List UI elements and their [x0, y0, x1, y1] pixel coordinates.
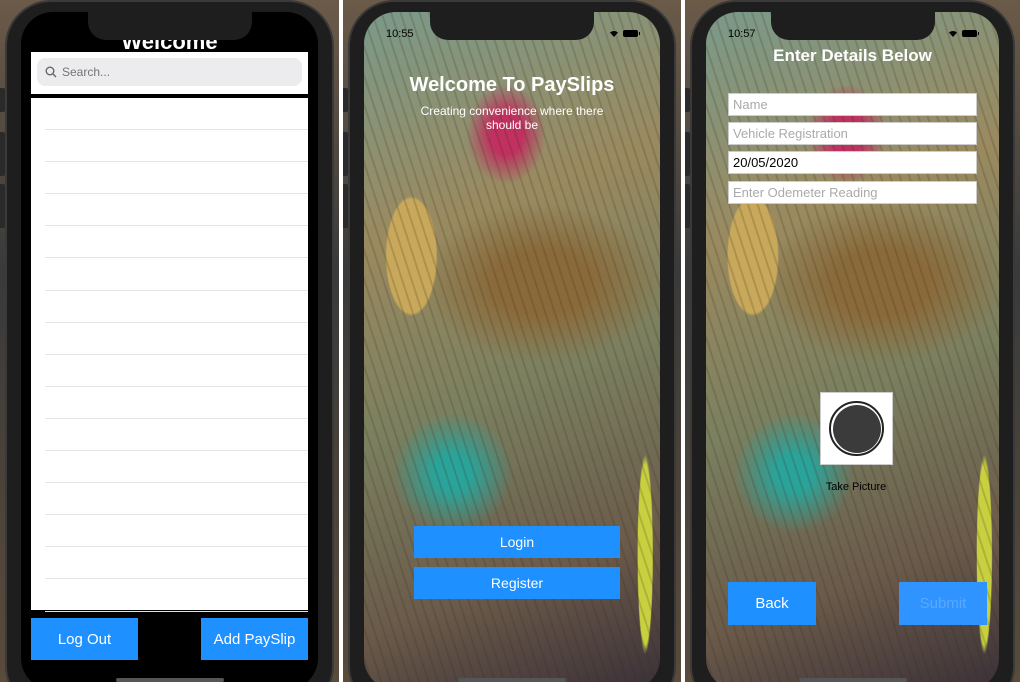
- welcome-title: Welcome To PaySlips: [409, 74, 615, 96]
- payslip-list[interactable]: [31, 98, 308, 612]
- logout-button[interactable]: Log Out: [31, 618, 138, 660]
- list-item[interactable]: [45, 291, 308, 323]
- list-item[interactable]: [45, 194, 308, 227]
- notch: [770, 12, 935, 40]
- welcome-subtitle: Creating convenience where there should …: [420, 104, 604, 132]
- screenshot-panel-welcome: 10:55 Welcome To PaySlips Creating conve…: [343, 0, 681, 682]
- vehicle-registration-input[interactable]: [728, 122, 977, 145]
- take-picture-button[interactable]: [820, 392, 893, 465]
- submit-button[interactable]: Submit: [899, 582, 987, 625]
- status-icons: [948, 29, 979, 37]
- mute-switch: [0, 88, 5, 112]
- phone-frame: 10:55 Welcome To PaySlips Creating conve…: [343, 0, 676, 682]
- list-item[interactable]: [45, 226, 308, 259]
- list-item[interactable]: [45, 258, 308, 291]
- phone-screen: Welcome Log Out Add PaySlip: [21, 12, 318, 682]
- list-item[interactable]: [45, 515, 308, 548]
- status-icons: [609, 29, 640, 37]
- list-item[interactable]: [45, 483, 308, 516]
- mute-switch: [343, 88, 348, 112]
- list-item[interactable]: [45, 579, 308, 612]
- phone-frame: 10:57 Enter Details Below Take Picture B…: [685, 0, 1015, 682]
- battery-icon: [962, 29, 979, 37]
- login-button[interactable]: Login: [414, 526, 620, 558]
- phone-screen: 10:57 Enter Details Below Take Picture B…: [706, 12, 999, 682]
- volume-up-button: [685, 132, 690, 176]
- wifi-icon: [610, 30, 618, 37]
- register-button[interactable]: Register: [414, 567, 620, 599]
- list-item[interactable]: [45, 419, 308, 452]
- wifi-icon: [949, 30, 957, 37]
- mute-switch: [685, 88, 690, 112]
- status-time: 10:55: [386, 28, 414, 40]
- home-indicator: [798, 678, 907, 682]
- screenshot-panel-details: 10:57 Enter Details Below Take Picture B…: [685, 0, 1020, 682]
- status-time: 10:57: [728, 28, 756, 40]
- details-title: Enter Details Below: [773, 46, 932, 65]
- list-item[interactable]: [45, 451, 308, 484]
- shutter-inner: [832, 404, 881, 453]
- notch: [430, 12, 594, 40]
- list-item[interactable]: [45, 130, 308, 163]
- list-item[interactable]: [45, 387, 308, 419]
- take-picture-label: Take Picture: [825, 481, 887, 493]
- notch: [87, 12, 252, 40]
- home-indicator: [115, 678, 224, 682]
- volume-down-button: [685, 184, 690, 228]
- list-item[interactable]: [45, 547, 308, 580]
- volume-down-button: [0, 184, 5, 228]
- list-item[interactable]: [45, 98, 308, 131]
- add-payslip-button[interactable]: Add PaySlip: [201, 618, 308, 660]
- screenshot-panel-home: Welcome Log Out Add PaySlip: [0, 0, 339, 682]
- battery-icon: [623, 29, 640, 37]
- phone-screen: 10:55 Welcome To PaySlips Creating conve…: [364, 12, 660, 682]
- search-input[interactable]: [62, 65, 262, 79]
- back-button[interactable]: Back: [728, 582, 816, 625]
- camera-shutter-icon: [829, 401, 884, 456]
- date-input[interactable]: [728, 151, 977, 174]
- volume-up-button: [0, 132, 5, 176]
- search-bar: [31, 52, 308, 94]
- home-indicator: [458, 678, 566, 682]
- volume-up-button: [343, 132, 348, 176]
- search-icon: [45, 66, 57, 78]
- list-item[interactable]: [45, 323, 308, 355]
- list-item[interactable]: [45, 355, 308, 387]
- list-item[interactable]: [45, 162, 308, 195]
- volume-down-button: [343, 184, 348, 228]
- odometer-input[interactable]: [728, 181, 977, 204]
- name-input[interactable]: [728, 93, 977, 116]
- search-field[interactable]: [37, 58, 302, 86]
- phone-frame: Welcome Log Out Add PaySlip: [0, 0, 334, 682]
